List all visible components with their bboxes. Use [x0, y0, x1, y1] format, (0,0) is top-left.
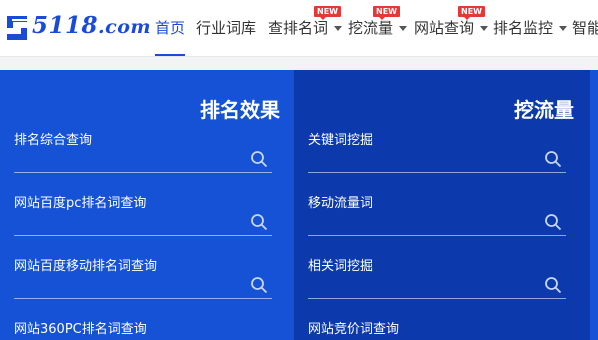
top-header: 5118.com 首页 行业词库 NEW 查排名词 NEW 挖流量 NEW 网站…	[0, 0, 598, 56]
site-logo[interactable]: 5118.com	[0, 10, 150, 46]
next-panel-edge	[590, 70, 598, 340]
search-icon[interactable]	[544, 213, 562, 231]
nav-item-label: 查排名词	[268, 19, 329, 37]
section-gap	[0, 57, 598, 70]
query-label: 网站360PC排名词查询	[14, 322, 147, 337]
nav-item-dig-traffic[interactable]: NEW 挖流量	[348, 6, 408, 39]
search-input[interactable]	[308, 209, 566, 236]
new-badge: NEW	[373, 6, 400, 20]
logo-icon	[7, 16, 29, 40]
search-input[interactable]	[14, 146, 272, 173]
logo-text: 5118.com	[32, 12, 151, 39]
nav-item-home[interactable]: 首页	[155, 17, 186, 56]
nav-item-label: 排名监控	[493, 19, 554, 37]
nav-item-rank-monitor[interactable]: 排名监控	[493, 17, 568, 39]
panel-title: 排名效果	[200, 98, 280, 122]
chevron-down-icon	[559, 26, 568, 31]
nav-item-industry-lexicon[interactable]: 行业词库	[196, 17, 256, 39]
chevron-down-icon	[399, 26, 408, 31]
new-badge: NEW	[314, 6, 341, 20]
nav-item-label: 首页	[155, 19, 186, 37]
search-input[interactable]	[14, 272, 272, 299]
nav-item-label: 行业词库	[196, 19, 257, 37]
logo-suffix: .com	[98, 16, 151, 38]
search-icon[interactable]	[544, 150, 562, 168]
nav-item-site-query[interactable]: NEW 网站查询	[414, 6, 489, 39]
nav-item-smart[interactable]: 智能	[572, 17, 598, 39]
search-input[interactable]	[308, 146, 566, 173]
nav-item-rank-words[interactable]: NEW 查排名词	[268, 6, 343, 39]
nav-item-label: 挖流量	[348, 19, 394, 37]
dig-traffic-panel: 挖流量 关键词挖掘 移动流量词 相关词挖掘 网站竞价词查询	[294, 70, 590, 340]
search-icon[interactable]	[544, 276, 562, 294]
nav-item-label: 智能	[572, 19, 598, 37]
chevron-down-icon	[480, 26, 489, 31]
nav-item-label: 网站查询	[414, 19, 475, 37]
search-icon[interactable]	[250, 276, 268, 294]
query-label: 网站竞价词查询	[308, 322, 400, 337]
search-icon[interactable]	[250, 150, 268, 168]
search-icon[interactable]	[250, 213, 268, 231]
logo-number: 5118	[32, 12, 99, 39]
new-badge: NEW	[458, 6, 485, 20]
chevron-down-icon	[334, 26, 343, 31]
search-input[interactable]	[14, 209, 272, 236]
ranking-effect-panel: 排名效果 排名综合查询 网站百度pc排名词查询 网站百度移动排名词查询 网站36…	[0, 70, 294, 340]
panel-title: 挖流量	[514, 98, 574, 122]
search-input[interactable]	[308, 272, 566, 299]
